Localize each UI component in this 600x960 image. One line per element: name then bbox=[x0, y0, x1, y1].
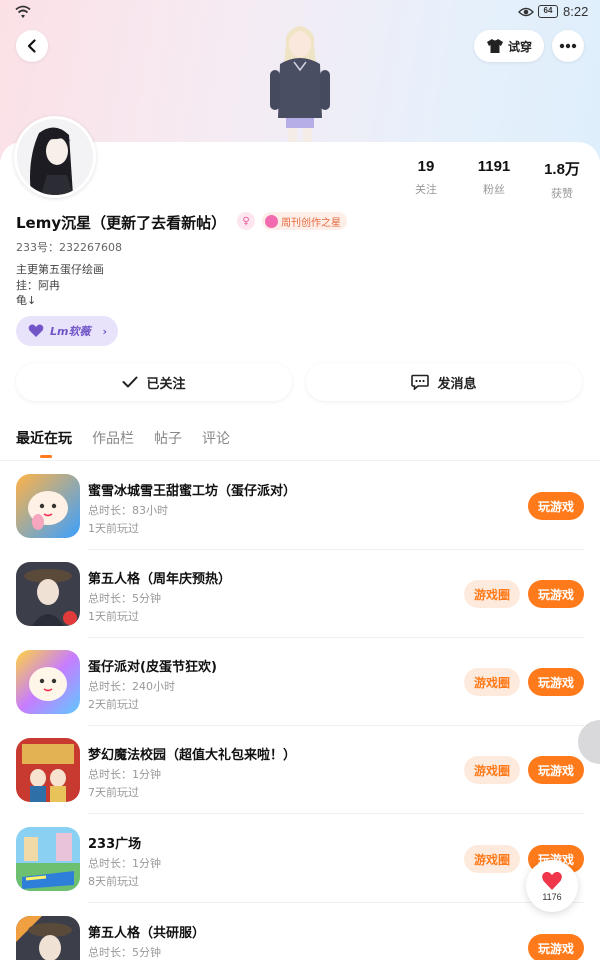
likes-label: 获赞 bbox=[551, 187, 573, 200]
game-icon-233-plaza bbox=[16, 827, 80, 891]
play-game-button[interactable]: 玩游戏 bbox=[528, 492, 584, 520]
stat-likes[interactable]: 1.8万 获赞 bbox=[527, 158, 597, 201]
game-icon-magic-academy bbox=[16, 738, 80, 802]
play-game-button[interactable]: 玩游戏 bbox=[528, 934, 584, 960]
more-dots-icon bbox=[559, 43, 577, 49]
bio-line: 挂：阿冉 bbox=[16, 278, 60, 292]
game-duration: 总时长：83小时 bbox=[88, 504, 168, 517]
flower-icon bbox=[265, 214, 278, 228]
game-row[interactable]: 233广场 总时长：1分钟 8天前玩过 游戏圈 玩游戏 bbox=[0, 815, 600, 903]
send-message-button[interactable]: 发消息 bbox=[306, 363, 582, 401]
game-row[interactable]: 第五人格（共研服） 总时长：5分钟 玩游戏 bbox=[0, 904, 600, 960]
game-title: 蜜雪冰城雪王甜蜜工坊（蛋仔派对） bbox=[88, 484, 297, 499]
avatar-illustration bbox=[17, 119, 93, 195]
profile-tabs: 最近在玩 作品栏 帖子 评论 bbox=[16, 428, 230, 448]
tab-comments[interactable]: 评论 bbox=[202, 428, 230, 448]
wifi-icon bbox=[15, 5, 31, 18]
tab-works[interactable]: 作品栏 bbox=[92, 428, 134, 448]
game-last-played: 1天前玩过 bbox=[88, 610, 139, 623]
stat-following[interactable]: 19 关注 bbox=[391, 158, 461, 197]
clock: 8:22 bbox=[563, 4, 589, 19]
game-last-played: 8天前玩过 bbox=[88, 875, 139, 888]
likes-count: 1.8万 bbox=[544, 161, 580, 178]
username: Lemy沉星（更新了去看新帖） bbox=[16, 214, 227, 232]
row-divider bbox=[88, 902, 584, 903]
bio-line: 龟↓ bbox=[16, 294, 37, 307]
stat-followers[interactable]: 1191 粉丝 bbox=[459, 158, 529, 197]
game-circle-button[interactable]: 游戏圈 bbox=[464, 845, 520, 873]
game-circle-button[interactable]: 游戏圈 bbox=[464, 756, 520, 784]
battery-indicator: 64 bbox=[538, 5, 558, 18]
try-on-button[interactable]: 试穿 bbox=[474, 30, 544, 62]
game-row[interactable]: 蜜雪冰城雪王甜蜜工坊（蛋仔派对） 总时长：83小时 1天前玩过 玩游戏 bbox=[0, 462, 600, 550]
game-row[interactable]: 蛋仔派对(皮蛋节狂欢) 总时长：240小时 2天前玩过 游戏圈 玩游戏 bbox=[0, 638, 600, 726]
game-title: 梦幻魔法校园（超值大礼包来啦！） bbox=[88, 748, 297, 763]
like-count: 1176 bbox=[542, 891, 562, 902]
shirt-icon bbox=[486, 39, 503, 53]
heart-icon bbox=[28, 324, 44, 337]
active-tab-indicator bbox=[40, 455, 52, 458]
game-last-played: 2天前玩过 bbox=[88, 698, 139, 711]
game-icon-identity-v-research bbox=[16, 916, 80, 960]
chevron-right-icon: › bbox=[102, 324, 108, 338]
creator-star-label: 周刊创作之星 bbox=[281, 217, 341, 229]
game-row[interactable]: 梦幻魔法校园（超值大礼包来啦！） 总时长：1分钟 7天前玩过 游戏圈 玩游戏 bbox=[0, 726, 600, 814]
followers-label: 粉丝 bbox=[483, 183, 505, 196]
game-icon-eggy-party bbox=[16, 650, 80, 714]
game-title: 第五人格（共研服） bbox=[88, 926, 206, 941]
game-icon-identity-v bbox=[16, 562, 80, 626]
dressup-avatar-figure bbox=[270, 26, 330, 144]
guild-name: Lm软薇 bbox=[50, 325, 91, 338]
user-id: 233号：232267608 bbox=[16, 241, 122, 254]
tab-posts[interactable]: 帖子 bbox=[154, 428, 182, 448]
checkmark-icon bbox=[122, 376, 138, 388]
game-circle-button[interactable]: 游戏圈 bbox=[464, 668, 520, 696]
eye-icon bbox=[518, 7, 534, 17]
avatar[interactable] bbox=[14, 116, 96, 198]
play-game-button[interactable]: 玩游戏 bbox=[528, 668, 584, 696]
bio-line: 主更第五蛋仔绘画 bbox=[16, 263, 104, 276]
game-duration: 总时长：5分钟 bbox=[88, 946, 161, 959]
following-button[interactable]: 已关注 bbox=[16, 363, 292, 401]
game-duration: 总时长：1分钟 bbox=[88, 857, 161, 870]
creator-star-badge[interactable]: 周刊创作之星 bbox=[262, 212, 347, 230]
more-options-button[interactable] bbox=[552, 30, 584, 62]
try-on-label: 试穿 bbox=[507, 39, 532, 54]
game-last-played: 7天前玩过 bbox=[88, 786, 139, 799]
chat-bubble-icon bbox=[411, 374, 430, 390]
play-game-button[interactable]: 玩游戏 bbox=[528, 756, 584, 784]
gender-female-icon: ♀ bbox=[237, 212, 255, 230]
following-count: 19 bbox=[417, 158, 435, 175]
tab-recently-played[interactable]: 最近在玩 bbox=[16, 428, 72, 448]
row-divider bbox=[88, 813, 584, 814]
game-duration: 总时长：240小时 bbox=[88, 680, 175, 693]
tabs-divider bbox=[0, 460, 600, 461]
followers-count: 1191 bbox=[477, 158, 511, 175]
game-title: 第五人格（周年庆预热） bbox=[88, 572, 232, 587]
back-button[interactable] bbox=[16, 30, 48, 62]
send-message-label: 发消息 bbox=[437, 376, 477, 392]
bio: 主更第五蛋仔绘画 挂：阿冉 龟↓ bbox=[16, 262, 104, 309]
guild-badge[interactable]: Lm软薇 › bbox=[16, 316, 118, 346]
back-arrow-icon bbox=[27, 39, 36, 53]
game-title: 233广场 bbox=[88, 837, 142, 852]
game-row[interactable]: 第五人格（周年庆预热） 总时长：5分钟 1天前玩过 游戏圈 玩游戏 bbox=[0, 550, 600, 638]
game-icon-mixue bbox=[16, 474, 80, 538]
heart-icon bbox=[542, 871, 562, 890]
game-duration: 总时长：5分钟 bbox=[88, 592, 161, 605]
following-label: 关注 bbox=[415, 183, 437, 196]
game-title: 蛋仔派对(皮蛋节狂欢) bbox=[88, 660, 217, 675]
play-game-button[interactable]: 玩游戏 bbox=[528, 580, 584, 608]
game-circle-button[interactable]: 游戏圈 bbox=[464, 580, 520, 608]
floating-like-button[interactable]: 1176 bbox=[526, 860, 578, 912]
game-last-played: 1天前玩过 bbox=[88, 522, 139, 535]
game-duration: 总时长：1分钟 bbox=[88, 768, 161, 781]
following-button-label: 已关注 bbox=[146, 376, 186, 392]
